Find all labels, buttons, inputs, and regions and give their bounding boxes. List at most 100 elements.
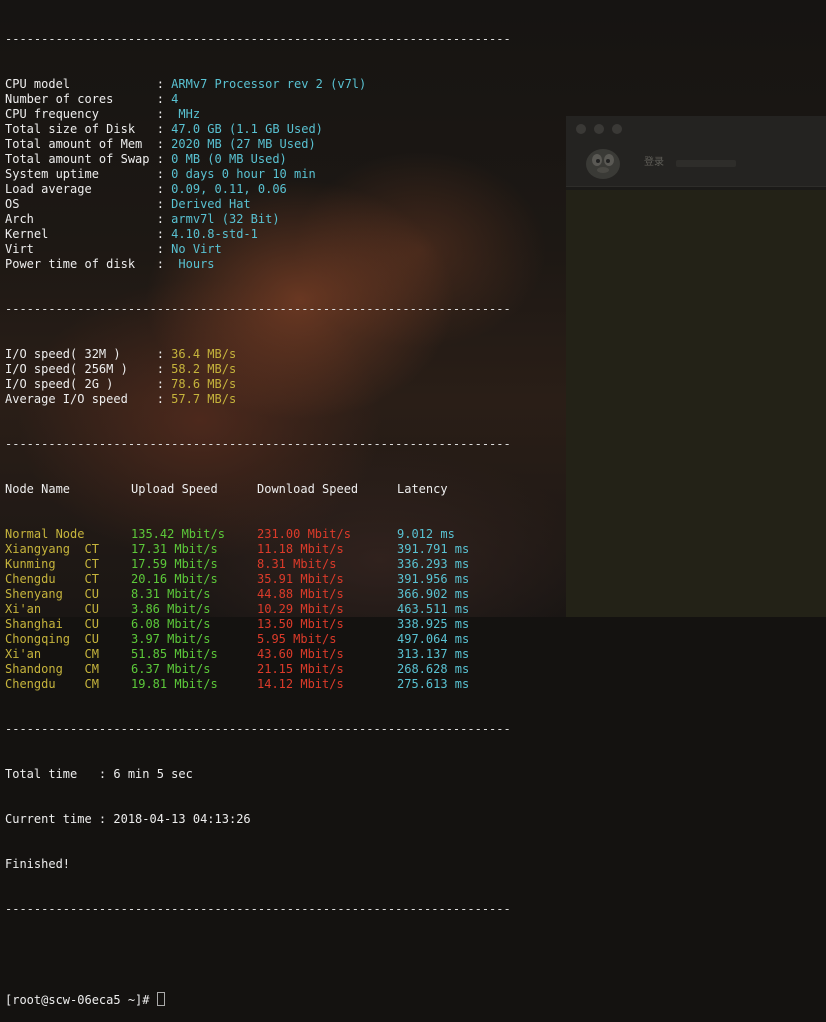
system-info-row: Total amount of Swap : 0 MB (0 MB Used): [5, 152, 566, 167]
speedtest-row: Kunming CT 17.59 Mbit/s 8.31 Mbit/s 336.293…: [5, 557, 566, 572]
info-label: OS: [5, 197, 157, 211]
io-label: I/O speed( 256M ): [5, 362, 157, 376]
upload-speed: 8.31 Mbit/s: [131, 587, 211, 601]
io-colon: :: [156, 362, 172, 376]
node-name: Xi'an CU: [5, 602, 99, 616]
speedtest-row: Chengdu CM 19.81 Mbit/s 14.12 Mbit/s 275.61…: [5, 677, 566, 692]
header-download-speed: Download Speed: [257, 482, 359, 496]
info-colon: :: [156, 152, 172, 166]
upload-speed: 3.86 Mbit/s: [131, 602, 211, 616]
download-speed: 8.31 Mbit/s: [257, 557, 337, 571]
speedtest-row: Xi'an CU 3.86 Mbit/s 10.29 Mbit/s 463.511 m…: [5, 602, 566, 617]
system-info-row: Arch : armv7l (32 Bit): [5, 212, 566, 227]
window-zoom-dot[interactable]: [612, 124, 622, 134]
system-info-row: OS : Derived Hat: [5, 197, 566, 212]
node-name: Kunming CT: [5, 557, 99, 571]
info-value: 4: [171, 92, 179, 106]
info-value: MHz: [171, 107, 201, 121]
info-label: Load average: [5, 182, 157, 196]
io-value: 36.4 MB/s: [171, 347, 237, 361]
background-window-placeholder: [676, 160, 736, 167]
background-window-titlebar[interactable]: 登录: [566, 116, 826, 187]
system-info-row: CPU model : ARMv7 Processor rev 2 (v7l): [5, 77, 566, 92]
system-info-row: Total size of Disk : 47.0 GB (1.1 GB Use…: [5, 122, 566, 137]
latency: 391.956 ms: [397, 572, 470, 586]
total-time-value: 6 min 5 sec: [113, 767, 193, 781]
download-speed: 13.50 Mbit/s: [257, 617, 344, 631]
info-colon: :: [156, 227, 172, 241]
background-window-content: [566, 190, 826, 617]
speedtest-row: Shenyang CU 8.31 Mbit/s 44.88 Mbit/s 366.90…: [5, 587, 566, 602]
node-name: Shanghai CU: [5, 617, 99, 631]
speedtest-results: Normal Node 135.42 Mbit/s 231.00 Mbit/s 9.0…: [5, 527, 566, 692]
speedtest-row: Chengdu CT 20.16 Mbit/s 35.91 Mbit/s 391.95…: [5, 572, 566, 587]
info-value: 4.10.8-std-1: [171, 227, 258, 241]
upload-speed: 51.85 Mbit/s: [131, 647, 218, 661]
background-window-title: 登录: [644, 157, 664, 168]
latency: 313.137 ms: [397, 647, 470, 661]
info-value: 47.0 GB (1.1 GB Used): [171, 122, 323, 136]
info-value: Derived Hat: [171, 197, 251, 211]
system-info-row: Kernel : 4.10.8-std-1: [5, 227, 566, 242]
latency: 336.293 ms: [397, 557, 470, 571]
penguin-avatar-icon: [586, 149, 620, 179]
download-speed: 44.88 Mbit/s: [257, 587, 344, 601]
node-name: Chengdu CT: [5, 572, 99, 586]
speedtest-header-row: Node Name Upload Speed Download Speed Laten…: [5, 482, 566, 497]
separator-line: ----------------------------------------…: [5, 302, 511, 316]
speedtest-row: Xiangyang CT 17.31 Mbit/s 11.18 Mbit/s 391.…: [5, 542, 566, 557]
system-info-row: Load average : 0.09, 0.11, 0.06: [5, 182, 566, 197]
system-info-block: CPU model : ARMv7 Processor rev 2 (v7l) N…: [5, 77, 566, 272]
current-time-row: Current time : 2018-04-13 04:13:26: [5, 812, 566, 827]
download-speed: 231.00 Mbit/s: [257, 527, 351, 541]
download-speed: 11.18 Mbit/s: [257, 542, 344, 556]
current-time-colon: :: [98, 812, 114, 826]
download-speed: 5.95 Mbit/s: [257, 632, 337, 646]
current-time-value: 2018-04-13 04:13:26: [113, 812, 251, 826]
upload-speed: 135.42 Mbit/s: [131, 527, 225, 541]
info-value: 0.09, 0.11, 0.06: [171, 182, 287, 196]
total-time-label: Total time: [5, 767, 99, 781]
io-value: 57.7 MB/s: [171, 392, 237, 406]
window-minimize-dot[interactable]: [594, 124, 604, 134]
io-speed-row: Average I/O speed : 57.7 MB/s: [5, 392, 566, 407]
info-value: ARMv7 Processor rev 2 (v7l): [171, 77, 367, 91]
info-label: Total amount of Mem: [5, 137, 157, 151]
info-colon: :: [156, 77, 172, 91]
io-label: I/O speed( 32M ): [5, 347, 157, 361]
speedtest-row: Chongqing CU 3.97 Mbit/s 5.95 Mbit/s 497.06…: [5, 632, 566, 647]
upload-speed: 20.16 Mbit/s: [131, 572, 218, 586]
latency: 9.012 ms: [397, 527, 455, 541]
separator-line: ----------------------------------------…: [5, 722, 511, 736]
latency: 463.511 ms: [397, 602, 470, 616]
shell-prompt-line[interactable]: [root@scw-06eca5 ~]#: [5, 992, 566, 1007]
latency: 497.064 ms: [397, 632, 470, 646]
info-label: Kernel: [5, 227, 157, 241]
node-name: Normal Node: [5, 527, 85, 541]
latency: 391.791 ms: [397, 542, 470, 556]
io-colon: :: [156, 347, 172, 361]
info-value: armv7l (32 Bit): [171, 212, 280, 226]
terminal-cursor: [156, 992, 165, 1006]
system-info-row: Total amount of Mem : 2020 MB (27 MB Use…: [5, 137, 566, 152]
node-name: Shenyang CU: [5, 587, 99, 601]
io-label: Average I/O speed: [5, 392, 157, 406]
node-name: Xiangyang CT: [5, 542, 99, 556]
info-colon: :: [156, 137, 172, 151]
download-speed: 10.29 Mbit/s: [257, 602, 344, 616]
info-colon: :: [156, 92, 172, 106]
info-value: 0 MB (0 MB Used): [171, 152, 287, 166]
info-label: System uptime: [5, 167, 157, 181]
header-node-name: Node Name: [5, 482, 71, 496]
latency: 366.902 ms: [397, 587, 470, 601]
shell-prompt: [root@scw-06eca5 ~]#: [5, 993, 157, 1007]
io-value: 78.6 MB/s: [171, 377, 237, 391]
terminal-output[interactable]: ----------------------------------------…: [0, 0, 566, 1007]
info-value: 2020 MB (27 MB Used): [171, 137, 316, 151]
background-app-window[interactable]: 登录: [566, 116, 826, 617]
window-close-dot[interactable]: [576, 124, 586, 134]
io-colon: :: [156, 392, 172, 406]
speedtest-row: Normal Node 135.42 Mbit/s 231.00 Mbit/s 9.0…: [5, 527, 566, 542]
header-upload-speed: Upload Speed: [131, 482, 218, 496]
download-speed: 43.60 Mbit/s: [257, 647, 344, 661]
